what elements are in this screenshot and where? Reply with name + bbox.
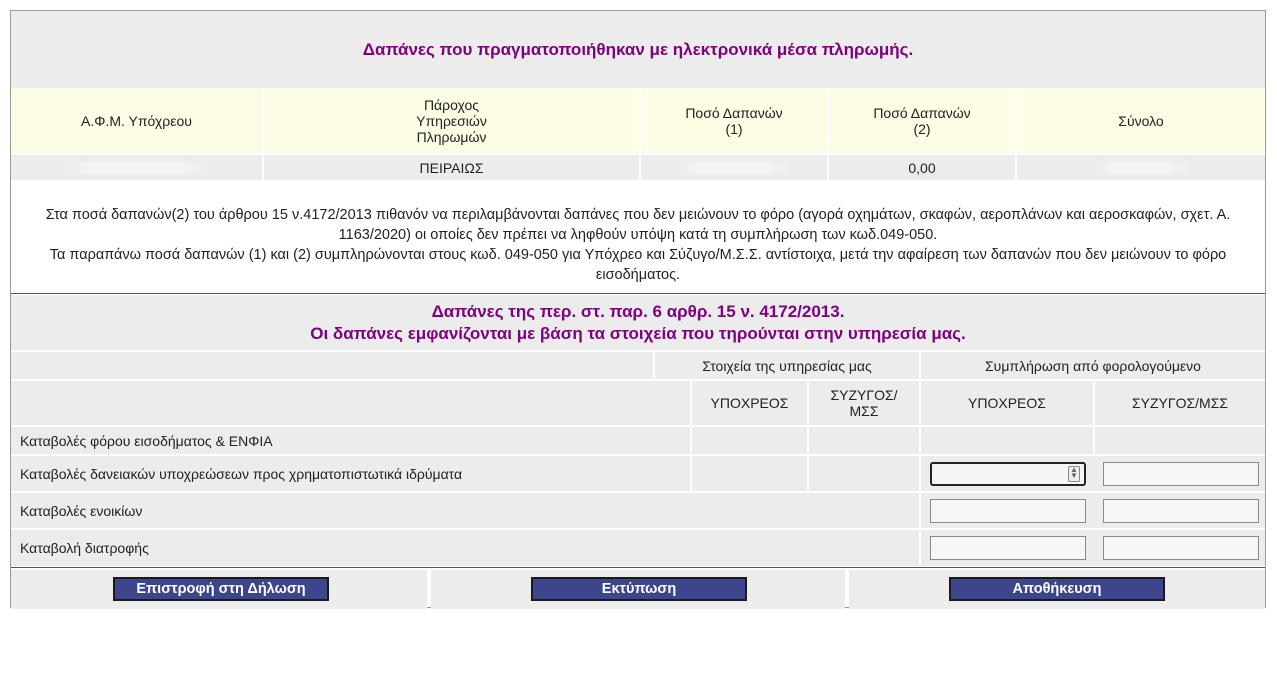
col-header-spouse-taxpayer: ΣΥΖΥΓΟΣ/ΜΣΣ — [1095, 381, 1265, 425]
col-header-blank — [11, 381, 690, 425]
section2-title-line2: Οι δαπάνες εμφανίζονται με βάση τα στοιχ… — [310, 324, 966, 343]
col-header-provider: Πάροχος Υπηρεσιών Πληρωμών — [264, 88, 639, 153]
spinner-icon[interactable]: ▲ ▼ — [1068, 466, 1080, 482]
cell-loans-obligor-service — [692, 456, 807, 491]
section1-title: Δαπάνες που πραγματοποιήθηκαν με ηλεκτρο… — [11, 11, 1265, 88]
rents-obligor-input[interactable] — [930, 499, 1086, 523]
col-header-amount1: Ποσό Δαπανών (1) — [641, 88, 827, 153]
cell-income-tax-obligor-taxpayer — [921, 427, 1093, 454]
button-bar: Επιστροφή στη Δήλωση Εκτύπωση Αποθήκευση — [11, 567, 1265, 609]
col-header-obligor-taxpayer: ΥΠΟΧΡΕΟΣ — [921, 381, 1093, 425]
col-header-total: Σύνολο — [1017, 88, 1265, 153]
redacted-afm — [61, 161, 212, 174]
group-header-taxpayer: Συμπλήρωση από φορολογούμενο — [921, 352, 1265, 379]
col-header-amount2: Ποσό Δαπανών (2) — [829, 88, 1015, 153]
alimony-spouse-input[interactable] — [1103, 536, 1259, 560]
expenses-form: Δαπάνες που πραγματοποιήθηκαν με ηλεκτρο… — [10, 10, 1266, 609]
rents-spouse-input[interactable] — [1103, 499, 1259, 523]
loans-obligor-input[interactable]: ▲ ▼ — [930, 462, 1086, 486]
note-1: Στα ποσά δαπανών(2) του άρθρου 15 ν.4172… — [45, 207, 1231, 243]
row-label-alimony: Καταβολή διατροφής — [11, 530, 919, 566]
cell-amount2: 0,00 — [829, 155, 1015, 180]
notes: Στα ποσά δαπανών(2) του άρθρου 15 ν.4172… — [11, 181, 1265, 294]
row-label-rents: Καταβολές ενοικίων — [11, 493, 919, 528]
cell-income-tax-obligor-service — [692, 427, 807, 454]
cell-total — [1017, 155, 1265, 180]
redacted-total — [1091, 161, 1191, 174]
cell-loans-spouse-service — [809, 456, 919, 491]
save-button[interactable]: Αποθήκευση — [949, 577, 1165, 601]
section2-title: Δαπάνες της περ. στ. παρ. 6 αρθρ. 15 ν. … — [11, 295, 1265, 350]
cell-provider: ΠΕΙΡΑΙΩΣ — [264, 155, 639, 180]
group-header-service: Στοιχεία της υπηρεσίας μας — [655, 352, 919, 379]
col-header-afm: Α.Φ.Μ. Υπόχρεου — [11, 88, 262, 153]
col-header-spouse-service: ΣΥΖΥΓΟΣ/ ΜΣΣ — [809, 381, 919, 425]
row-label-loans: Καταβολές δανειακών υποχρεώσεων προς χρη… — [11, 456, 690, 491]
section2-title-line1: Δαπάνες της περ. στ. παρ. 6 αρθρ. 15 ν. … — [431, 302, 845, 321]
note-2: Τα παραπάνω ποσά δαπανών (1) και (2) συμ… — [49, 247, 1227, 283]
back-to-declaration-button[interactable]: Επιστροφή στη Δήλωση — [113, 577, 329, 601]
redacted-amount1 — [674, 161, 794, 174]
alimony-obligor-input[interactable] — [930, 536, 1086, 560]
row-label-income-tax: Καταβολές φόρου εισοδήματος & ΕΝΦΙΑ — [11, 427, 690, 454]
cell-income-tax-spouse-service — [809, 427, 919, 454]
print-button[interactable]: Εκτύπωση — [531, 577, 747, 601]
loans-spouse-input[interactable] — [1103, 462, 1259, 486]
col-header-obligor-service: ΥΠΟΧΡΕΟΣ — [692, 381, 807, 425]
cell-income-tax-spouse-taxpayer — [1095, 427, 1265, 454]
cell-afm — [11, 155, 262, 180]
group-header-blank — [11, 352, 653, 379]
cell-amount1 — [641, 155, 827, 180]
